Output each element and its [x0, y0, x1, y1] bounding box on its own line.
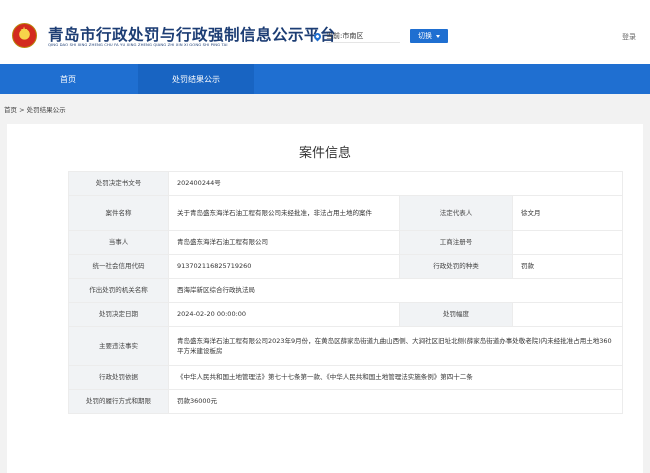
method-value: 罚款36000元 [167, 389, 624, 414]
party-label: 当事人 [68, 230, 169, 255]
case-name-label: 案件名称 [68, 195, 169, 231]
page-title: 案件信息 [298, 146, 351, 161]
facts-value: 青岛盛东海洋石油工程有限公司2023年9月份，在黄岛区薛家岛街道九曲山西侧、大涧… [167, 326, 624, 366]
biz-reg-value [511, 230, 624, 255]
penalty-type-value: 罚款 [511, 254, 624, 279]
main-nav: 首页 处罚结果公示 [0, 64, 650, 94]
nav-item-penalty-results[interactable]: 处罚结果公示 [138, 64, 254, 94]
legal-rep-value: 徐文月 [511, 195, 624, 231]
case-info-table: 处罚决定书文号 202400244号 案件名称 关于青岛盛东海洋石油工程有限公司… [68, 171, 624, 414]
authority-value: 西海岸新区综合行政执法局 [167, 278, 624, 303]
current-location: 当前:市南区 [326, 29, 400, 43]
breadcrumb: 首页 > 处罚结果公示 [4, 106, 66, 114]
location-pin-icon [312, 31, 323, 41]
case-panel: 案件信息 处罚决定书文号 202400244号 案件名称 关于青岛盛东海洋石油工… [7, 124, 643, 473]
credit-code-value: 913702116825719260 [168, 254, 400, 279]
credit-code-label: 统一社会信用代码 [68, 254, 169, 279]
case-name-value: 关于青岛盛东海洋石油工程有限公司未经批准，非法占用土地的案件 [168, 195, 400, 231]
site-pinyin: QING DAO SHI XING ZHENG CHU FA YU XING Z… [48, 42, 228, 47]
table-row: 行政处罚依据 《中华人民共和国土地管理法》第七十七条第一款、《中华人民共和国土地… [68, 365, 624, 390]
table-row: 当事人 青岛盛东海洋石油工程有限公司 工商注册号 [68, 230, 624, 255]
national-emblem-icon [12, 23, 37, 48]
table-row: 处罚决定日期 2024-02-20 00:00:00 处罚幅度 [68, 302, 624, 327]
table-row: 案件名称 关于青岛盛东海洋石油工程有限公司未经批准，非法占用土地的案件 法定代表… [68, 195, 624, 231]
table-row: 处罚的履行方式和期限 罚款36000元 [68, 389, 624, 414]
nav-item-home[interactable]: 首页 [30, 64, 106, 94]
basis-label: 行政处罚依据 [68, 365, 169, 390]
table-row: 统一社会信用代码 913702116825719260 行政处罚的种类 罚款 [68, 254, 624, 279]
penalty-type-label: 行政处罚的种类 [399, 254, 513, 279]
site-header: 青岛市行政处罚与行政强制信息公示平台 QING DAO SHI XING ZHE… [0, 0, 650, 64]
caret-down-icon [436, 34, 440, 38]
basis-value: 《中华人民共和国土地管理法》第七十七条第一款、《中华人民共和国土地管理法实施条例… [167, 365, 624, 390]
authority-label: 作出处罚的机关名称 [68, 278, 169, 303]
decision-no-value: 202400244号 [167, 171, 624, 196]
facts-label: 主要违法事实 [68, 326, 169, 366]
decision-no-label: 处罚决定书文号 [68, 171, 169, 196]
decision-date-value: 2024-02-20 00:00:00 [168, 302, 400, 327]
switch-location-button[interactable]: 切换 [410, 29, 448, 43]
table-row: 主要违法事实 青岛盛东海洋石油工程有限公司2023年9月份，在黄岛区薛家岛街道九… [68, 326, 624, 366]
switch-label: 切换 [418, 32, 432, 40]
legal-rep-label: 法定代表人 [399, 195, 513, 231]
severity-value [511, 302, 624, 327]
login-link[interactable]: 登录 [622, 32, 636, 42]
party-value: 青岛盛东海洋石油工程有限公司 [168, 230, 400, 255]
method-label: 处罚的履行方式和期限 [68, 389, 169, 414]
severity-label: 处罚幅度 [399, 302, 513, 327]
biz-reg-label: 工商注册号 [399, 230, 513, 255]
location-selector[interactable]: 当前:市南区 [312, 29, 400, 43]
decision-date-label: 处罚决定日期 [68, 302, 169, 327]
table-row: 处罚决定书文号 202400244号 [68, 171, 624, 196]
table-row: 作出处罚的机关名称 西海岸新区综合行政执法局 [68, 278, 624, 303]
